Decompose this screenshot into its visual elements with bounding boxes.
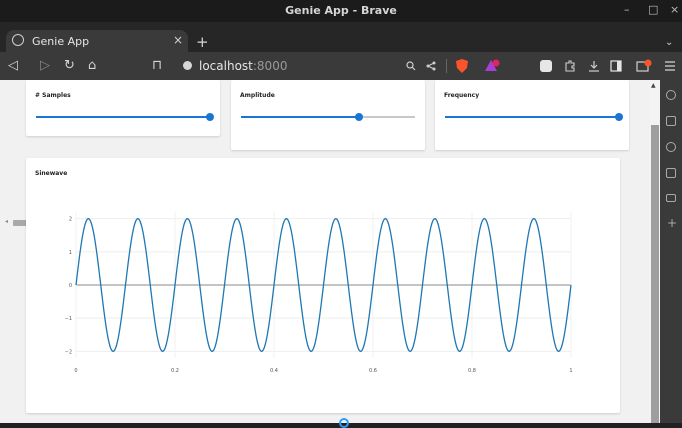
- tab-close-icon[interactable]: ×: [173, 33, 183, 47]
- bookmark-icon[interactable]: ⊓: [152, 58, 162, 73]
- loading-spinner-icon: [339, 418, 349, 428]
- share-icon[interactable]: [426, 61, 436, 71]
- x-tick-label: 0: [74, 368, 77, 374]
- amplitude-slider-fill: [241, 116, 360, 118]
- samples-slider-fill: [36, 116, 210, 118]
- tab-genie-app[interactable]: Genie App ×: [6, 30, 188, 52]
- amplitude-card: Amplitude: [231, 80, 425, 150]
- frequency-slider-fill: [445, 116, 619, 118]
- side-history-icon[interactable]: [666, 142, 676, 152]
- browser-side-panel: +: [660, 80, 682, 423]
- side-news-icon[interactable]: [666, 194, 676, 202]
- menu-icon[interactable]: [664, 61, 676, 71]
- site-info-icon[interactable]: [183, 61, 192, 70]
- brave-rewards-icon[interactable]: [484, 59, 500, 73]
- side-add-icon[interactable]: +: [667, 216, 677, 230]
- vertical-scroll-thumb[interactable]: [651, 125, 659, 423]
- plot-background: [36, 186, 610, 408]
- reload-icon[interactable]: ↻: [64, 58, 75, 73]
- globe-icon: [12, 34, 24, 46]
- forward-icon[interactable]: ▷: [40, 58, 50, 73]
- samples-slider-thumb[interactable]: [206, 113, 214, 121]
- sinewave-card: Sinewave 2 1 0 −1 −2 0 0.2 0.4 0.6 0.8 1: [26, 158, 620, 413]
- address-bar[interactable]: localhost:8000: [175, 56, 463, 76]
- tab-strip: Genie App × + ⌄: [0, 22, 682, 52]
- download-icon[interactable]: [588, 60, 600, 72]
- y-tick-label: 1: [69, 250, 72, 256]
- scroll-up-arrow-icon[interactable]: ▲: [651, 82, 656, 89]
- x-tick-label: 1: [569, 368, 572, 374]
- window-titlebar: Genie App - Brave – □ ×: [0, 0, 682, 22]
- frequency-card: Frequency: [435, 80, 629, 150]
- side-bookmarks-icon[interactable]: [666, 116, 676, 126]
- address-text: localhost:8000: [199, 59, 287, 73]
- x-tick-label: 0.2: [171, 368, 179, 374]
- frequency-label: Frequency: [444, 92, 480, 99]
- plot-card-title: Sinewave: [35, 170, 68, 177]
- scroll-left-arrow-icon[interactable]: ◂: [5, 218, 8, 225]
- y-tick-label: 2: [69, 217, 72, 223]
- side-readinglist-icon[interactable]: [666, 168, 676, 178]
- browser-toolbar: ◁ ▷ ↻ ⌂ ⊓ localhost:8000: [0, 52, 682, 80]
- minimize-button[interactable]: –: [624, 3, 630, 16]
- window-title: Genie App - Brave: [285, 4, 397, 17]
- frequency-slider-thumb[interactable]: [615, 113, 623, 121]
- address-host: localhost: [199, 59, 253, 73]
- y-tick-label: −2: [65, 349, 72, 355]
- address-port: :8000: [252, 59, 288, 73]
- sinewave-plot[interactable]: 2 1 0 −1 −2 0 0.2 0.4 0.6 0.8 1: [36, 186, 610, 408]
- samples-label: # Samples: [35, 92, 71, 99]
- close-window-button[interactable]: ×: [670, 3, 679, 16]
- toolbar-divider: [446, 59, 447, 73]
- wallet-icon[interactable]: [636, 59, 652, 73]
- zoom-icon[interactable]: [406, 61, 416, 71]
- x-tick-label: 0.4: [270, 368, 278, 374]
- amplitude-label: Amplitude: [240, 92, 275, 99]
- samples-card: # Samples: [26, 80, 220, 136]
- brave-shields-icon[interactable]: [456, 59, 468, 73]
- back-icon[interactable]: ◁: [8, 58, 18, 73]
- maximize-button[interactable]: □: [648, 3, 658, 16]
- x-tick-label: 0.8: [468, 368, 476, 374]
- amplitude-slider-thumb[interactable]: [355, 113, 364, 121]
- y-tick-label: 0: [69, 283, 72, 289]
- sidebar-icon[interactable]: [610, 60, 622, 72]
- vertical-scrollbar[interactable]: ▲: [650, 80, 660, 423]
- x-tick-label: 0.6: [369, 368, 377, 374]
- side-chat-icon[interactable]: [666, 90, 676, 100]
- new-tab-button[interactable]: +: [196, 33, 209, 51]
- puzzle-icon[interactable]: [564, 60, 576, 72]
- extension-icon[interactable]: [540, 60, 552, 72]
- tab-title: Genie App: [32, 35, 90, 48]
- page-content: # Samples Amplitude Frequency ◂ ▸ Sinewa…: [0, 80, 650, 423]
- tab-search-chevron-icon[interactable]: ⌄: [665, 37, 673, 48]
- home-icon[interactable]: ⌂: [88, 58, 96, 73]
- y-tick-label: −1: [65, 316, 72, 322]
